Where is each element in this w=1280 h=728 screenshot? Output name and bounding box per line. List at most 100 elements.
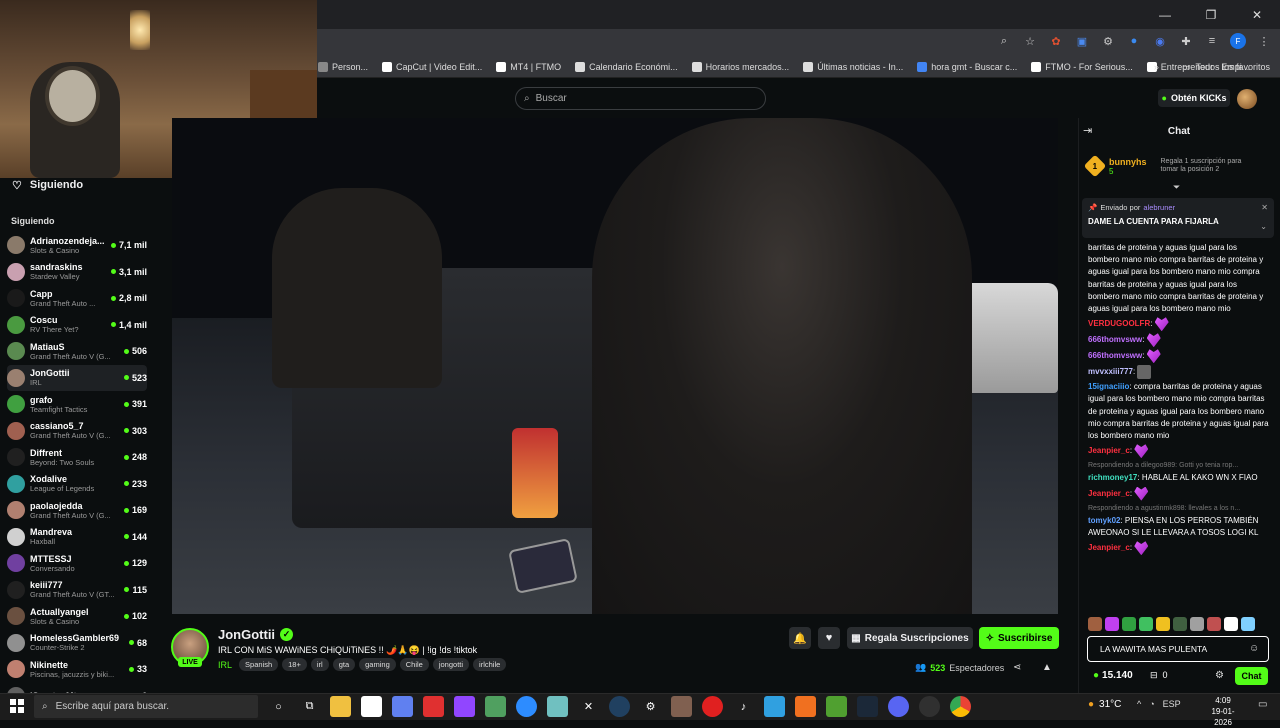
sidebar-channel[interactable]: Coscu RV There Yet? 1,4 mil (7, 312, 147, 338)
bookmark-item[interactable]: Person... (318, 62, 368, 72)
language-indicator[interactable]: ESP (1163, 699, 1181, 709)
bookmark-item[interactable]: CapCut | Video Edit... (382, 62, 482, 72)
stream-tag[interactable]: irlchile (473, 658, 507, 671)
bookmark-item[interactable]: Últimas noticias - In... (803, 62, 903, 72)
extension-icon[interactable]: ● (1126, 33, 1142, 49)
chevron-up-icon[interactable]: ^ (1137, 699, 1141, 709)
emote-icon[interactable] (1122, 617, 1136, 631)
chat-username[interactable]: tomyk02 (1088, 516, 1120, 525)
gift-subs-button[interactable]: ▦ Regala Suscripciones (847, 627, 973, 649)
bookmark-item[interactable]: Horarios mercados... (691, 62, 789, 72)
app-icon[interactable] (609, 696, 630, 717)
sidebar-channel[interactable]: Diffrent Beyond: Two Souls 248 (7, 444, 147, 470)
opera-icon[interactable] (702, 696, 723, 717)
sidebar-channel[interactable]: HomelessGambler69 Counter-Strike 2 68 (7, 630, 147, 656)
chat-username[interactable]: Jeanpier_c (1088, 543, 1130, 552)
sidebar-channel[interactable]: sandraskins Stardew Valley 3,1 mil (7, 259, 147, 285)
chat-username[interactable]: richmoney17 (1088, 473, 1137, 482)
sidebar-channel[interactable]: MTTESSJ Conversando 129 (7, 550, 147, 576)
bookmark-item[interactable]: Calendario Económi... (575, 62, 678, 72)
app-icon[interactable] (795, 696, 816, 717)
app-icon[interactable] (392, 696, 413, 717)
star-icon[interactable]: ☆ (1022, 33, 1038, 49)
subscribe-button[interactable]: ✧ Suscribirse (979, 627, 1059, 649)
cortana-icon[interactable]: ○ (268, 696, 289, 717)
unpin-icon[interactable]: ✕ (1261, 203, 1268, 212)
chat-username[interactable]: Jeanpier_c (1088, 446, 1130, 455)
chat-message[interactable]: 15ignaciiio: compra barritas de proteina… (1088, 381, 1270, 442)
chat-username[interactable]: mvvxxiii777 (1088, 367, 1133, 376)
filter-icon[interactable]: ⏷ (1173, 182, 1180, 193)
notification-button[interactable]: 🔔 (789, 627, 811, 649)
emote-icon[interactable] (1105, 617, 1119, 631)
streamer-name[interactable]: JonGottii ✓ (218, 627, 294, 642)
capcut-icon[interactable]: ✕ (578, 696, 599, 717)
pinned-message[interactable]: 📌 Enviado por alebruner DAME LA CUENTA P… (1082, 198, 1274, 238)
extension-icon[interactable]: ⚙ (1100, 33, 1116, 49)
sidebar-channel[interactable]: Adrianozendeja... Slots & Casino 7,1 mil (7, 232, 147, 258)
following-nav-item[interactable]: ♡ Siguiendo (12, 178, 83, 192)
translate-icon[interactable]: ▣ (1074, 33, 1090, 49)
extension-icon[interactable]: ✿ (1048, 33, 1064, 49)
file-explorer-icon[interactable] (330, 696, 351, 717)
chat-message[interactable]: Jeanpier_c: (1088, 444, 1270, 459)
chevron-down-icon[interactable]: ⌄ (1260, 222, 1267, 231)
gear-icon[interactable]: ⚙ (1215, 670, 1224, 681)
get-kicks-button[interactable]: ● Obtén KICKs (1158, 89, 1230, 107)
user-avatar[interactable] (1237, 89, 1257, 109)
stream-tag[interactable]: Chile (399, 658, 429, 671)
send-chat-button[interactable]: Chat (1235, 667, 1268, 685)
profile-icon[interactable]: F (1230, 33, 1246, 49)
gift-leaderboard[interactable]: 1 bunnyhs 5 Regala 1 suscripción para to… (1083, 150, 1273, 182)
extension-icon[interactable]: ◉ (1152, 33, 1168, 49)
steam-icon[interactable] (857, 696, 878, 717)
zoom-icon[interactable]: ⌕ (996, 33, 1012, 49)
emote-icon[interactable] (1241, 617, 1255, 631)
chat-message[interactable]: Respondiendo a dilegoo989: Gotti yo teni… (1088, 460, 1270, 484)
network-icon[interactable]: ◔ (1149, 699, 1154, 709)
chat-username[interactable]: 666thomvsww (1088, 335, 1142, 344)
chrome-icon[interactable] (950, 696, 971, 717)
stream-category[interactable]: IRL (218, 660, 232, 670)
sidebar-channel[interactable]: cassiano5_7 Grand Theft Auto V (G... 303 (7, 418, 147, 444)
chat-message[interactable]: VERDUGOOLFR: (1088, 317, 1270, 332)
emote-icon[interactable] (1224, 617, 1238, 631)
zoom-app-icon[interactable] (516, 696, 537, 717)
search-input[interactable]: ⌕ Buscar (515, 87, 766, 110)
stream-tag[interactable]: gta (332, 658, 356, 671)
gift-counter[interactable]: ⊟ 0 (1150, 670, 1168, 681)
stream-tag[interactable]: 18+ (282, 658, 307, 671)
sidebar-channel[interactable]: Xodalive League of Legends 233 (7, 471, 147, 497)
minimize-icon[interactable]: — (1142, 0, 1188, 29)
sidebar-channel[interactable]: Actuallyangel Slots & Casino 102 (7, 603, 147, 629)
stream-tag[interactable]: jongotti (432, 658, 470, 671)
chat-username[interactable]: 666thomvsww (1088, 351, 1142, 360)
video-player[interactable] (172, 118, 1058, 614)
emoji-icon[interactable]: ☺ (1249, 643, 1259, 654)
sidebar-channel[interactable]: JonGottii IRL 523 (7, 364, 147, 391)
app-icon[interactable] (547, 696, 568, 717)
menu-icon[interactable]: ⋮ (1256, 33, 1272, 49)
clock[interactable]: 4:09 19-01-2026 (1203, 695, 1243, 728)
sidebar-channel[interactable]: paolaojedda Grand Theft Auto V (G... 169 (7, 497, 147, 523)
reading-list-icon[interactable]: ≡ (1204, 33, 1220, 49)
chat-username[interactable]: 15ignaciiio (1088, 382, 1129, 391)
kicks-balance[interactable]: ● 15.140 (1093, 670, 1133, 681)
twitch-icon[interactable] (454, 696, 475, 717)
app-icon[interactable] (485, 696, 506, 717)
app-icon[interactable] (919, 696, 940, 717)
chat-username[interactable]: Jeanpier_c (1088, 489, 1130, 498)
chat-message[interactable]: 666thomvsww: (1088, 349, 1270, 364)
share-icon[interactable]: ⋖ (1013, 662, 1021, 673)
sidebar-channel[interactable]: Nikinette Piscinas, jacuzzis y biki... 33 (7, 656, 147, 682)
bookmark-item[interactable]: hora gmt - Buscar c... (917, 62, 1017, 72)
tiktok-icon[interactable]: ♪ (733, 696, 754, 717)
puzzle-icon[interactable]: ✚ (1178, 33, 1194, 49)
close-icon[interactable]: ✕ (1234, 0, 1280, 29)
chat-message[interactable]: mvvxxiii777: (1088, 365, 1270, 380)
bookmark-item[interactable]: MT4 | FTMO (496, 62, 561, 72)
bookmark-item[interactable]: FTMO - For Serious... (1031, 62, 1133, 72)
task-view-icon[interactable]: ⧉ (299, 696, 320, 717)
emote-icon[interactable] (1207, 617, 1221, 631)
chat-message[interactable]: barritas de proteina y aguas igual para … (1088, 242, 1270, 315)
